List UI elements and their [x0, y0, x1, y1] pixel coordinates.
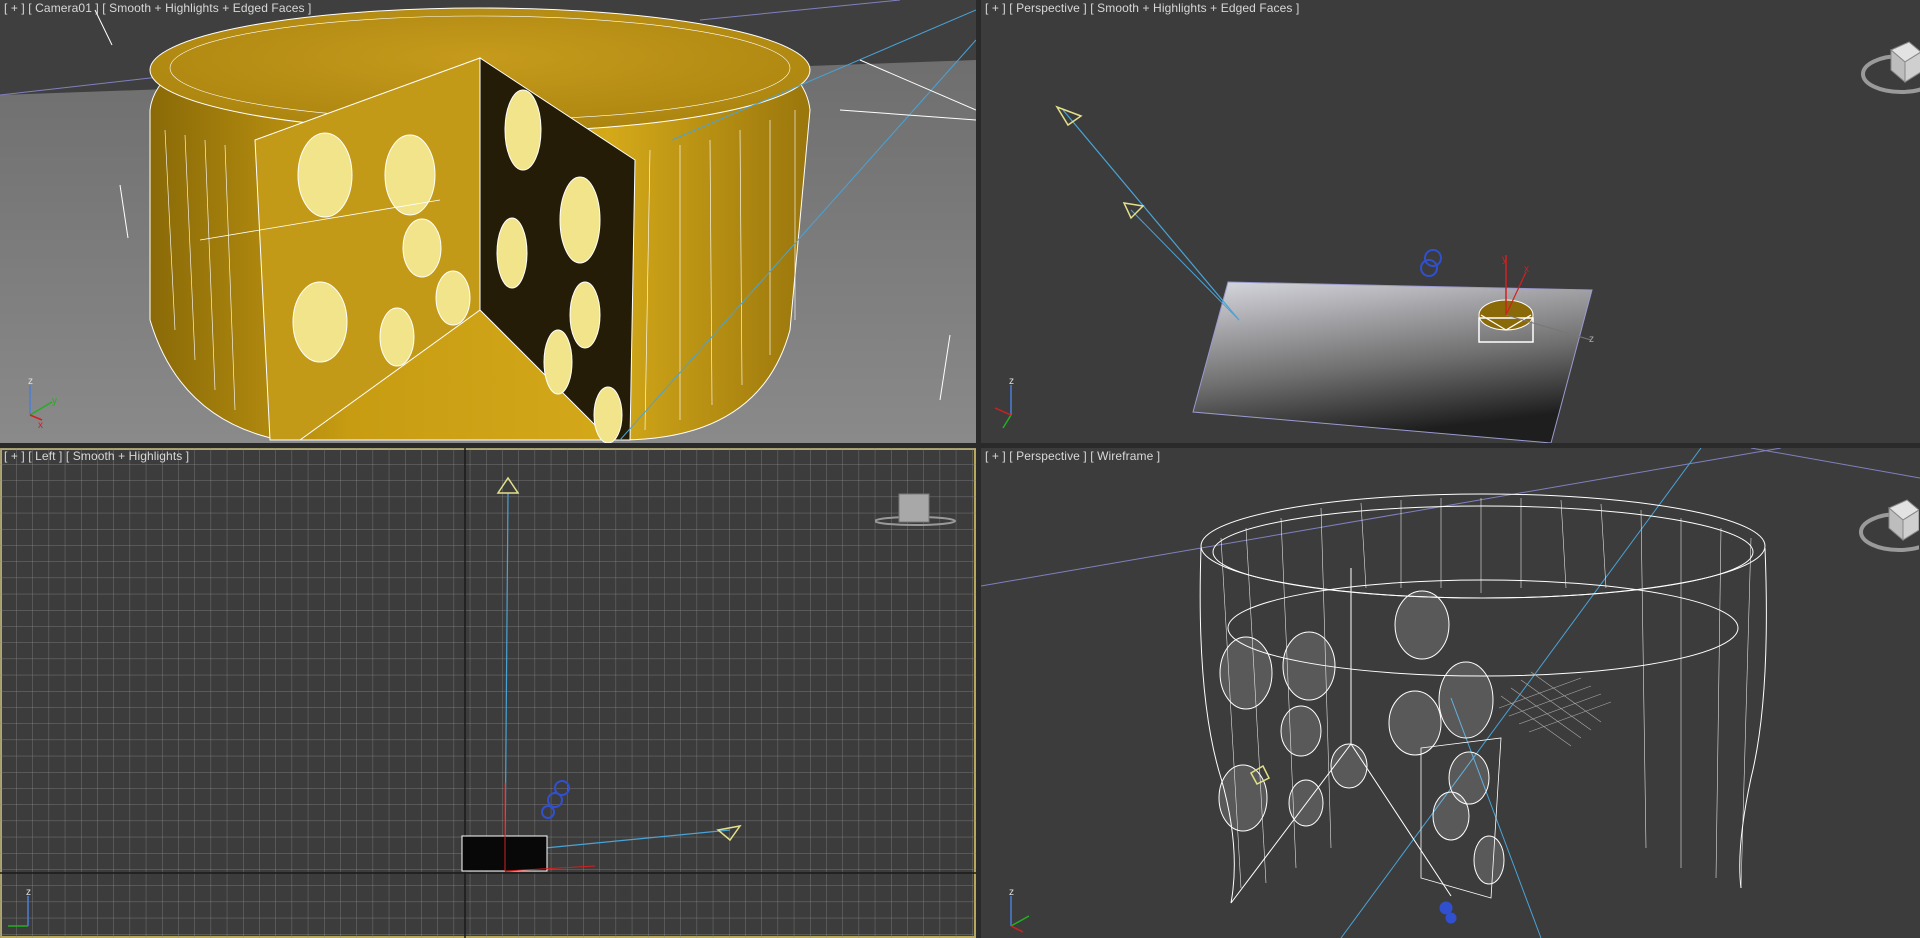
perspective-scene: y x z z — [994, 105, 1594, 443]
viewport-perspective-wireframe[interactable]: [ + ] [ Perspective ] [ Wireframe ] z — [981, 448, 1920, 938]
svg-text:z: z — [1589, 334, 1594, 345]
axis-tripod-icon: z — [994, 376, 1014, 429]
light-icon — [1439, 901, 1457, 924]
viewport-shading-label[interactable]: [ Smooth + Highlights ] — [66, 449, 189, 463]
svg-text:y: y — [1502, 254, 1507, 265]
viewport-label: [ + ] [ Left ] [ Smooth + Highlights ] — [4, 449, 189, 463]
max-viewport-layout: [ + ] [ Camera01 ] [ Smooth + Highlights… — [0, 0, 1920, 938]
svg-text:z: z — [1009, 376, 1014, 387]
viewport-menu-button[interactable]: [ + ] — [4, 449, 25, 463]
viewport-divider-horizontal[interactable] — [0, 443, 1920, 448]
axis-tripod-icon: z — [1009, 887, 1030, 933]
viewport-label: [ + ] [ Perspective ] [ Wireframe ] — [985, 449, 1160, 463]
light-icon — [1420, 249, 1442, 277]
wireframe-scene: z — [981, 448, 1920, 938]
viewport-shading-label[interactable]: [ Smooth + Highlights + Edged Faces ] — [1090, 1, 1299, 15]
svg-text:x: x — [38, 420, 43, 431]
viewport-label: [ + ] [ Perspective ] [ Smooth + Highlig… — [985, 1, 1299, 15]
viewport-menu-button[interactable]: [ + ] — [985, 1, 1006, 15]
viewport-left[interactable]: [ + ] [ Left ] [ Smooth + Highlights ] z — [0, 448, 976, 938]
viewport-divider-vertical[interactable] — [976, 0, 981, 938]
viewport-view-label[interactable]: [ Left ] — [28, 449, 62, 463]
viewport-view-label[interactable]: [ Perspective ] — [1009, 1, 1087, 15]
svg-text:x: x — [1524, 264, 1529, 275]
camera-scene: z y x — [0, 0, 976, 443]
svg-text:z: z — [26, 887, 31, 898]
viewport-camera01[interactable]: [ + ] [ Camera01 ] [ Smooth + Highlights… — [0, 0, 976, 443]
viewport-view-label[interactable]: [ Perspective ] — [1009, 449, 1087, 463]
viewport-shading-label[interactable]: [ Wireframe ] — [1090, 449, 1160, 463]
svg-text:z: z — [28, 376, 33, 387]
left-grid-scene: z — [0, 448, 976, 938]
svg-text:y: y — [52, 396, 57, 407]
viewport-shading-label[interactable]: [ Smooth + Highlights + Edged Faces ] — [102, 1, 311, 15]
viewport-perspective-shaded[interactable]: [ + ] [ Perspective ] [ Smooth + Highlig… — [981, 0, 1920, 443]
viewport-label: [ + ] [ Camera01 ] [ Smooth + Highlights… — [4, 1, 311, 15]
viewport-menu-button[interactable]: [ + ] — [4, 1, 25, 15]
viewport-menu-button[interactable]: [ + ] — [985, 449, 1006, 463]
svg-text:z: z — [1009, 887, 1014, 898]
viewport-view-label[interactable]: [ Camera01 ] — [28, 1, 99, 15]
